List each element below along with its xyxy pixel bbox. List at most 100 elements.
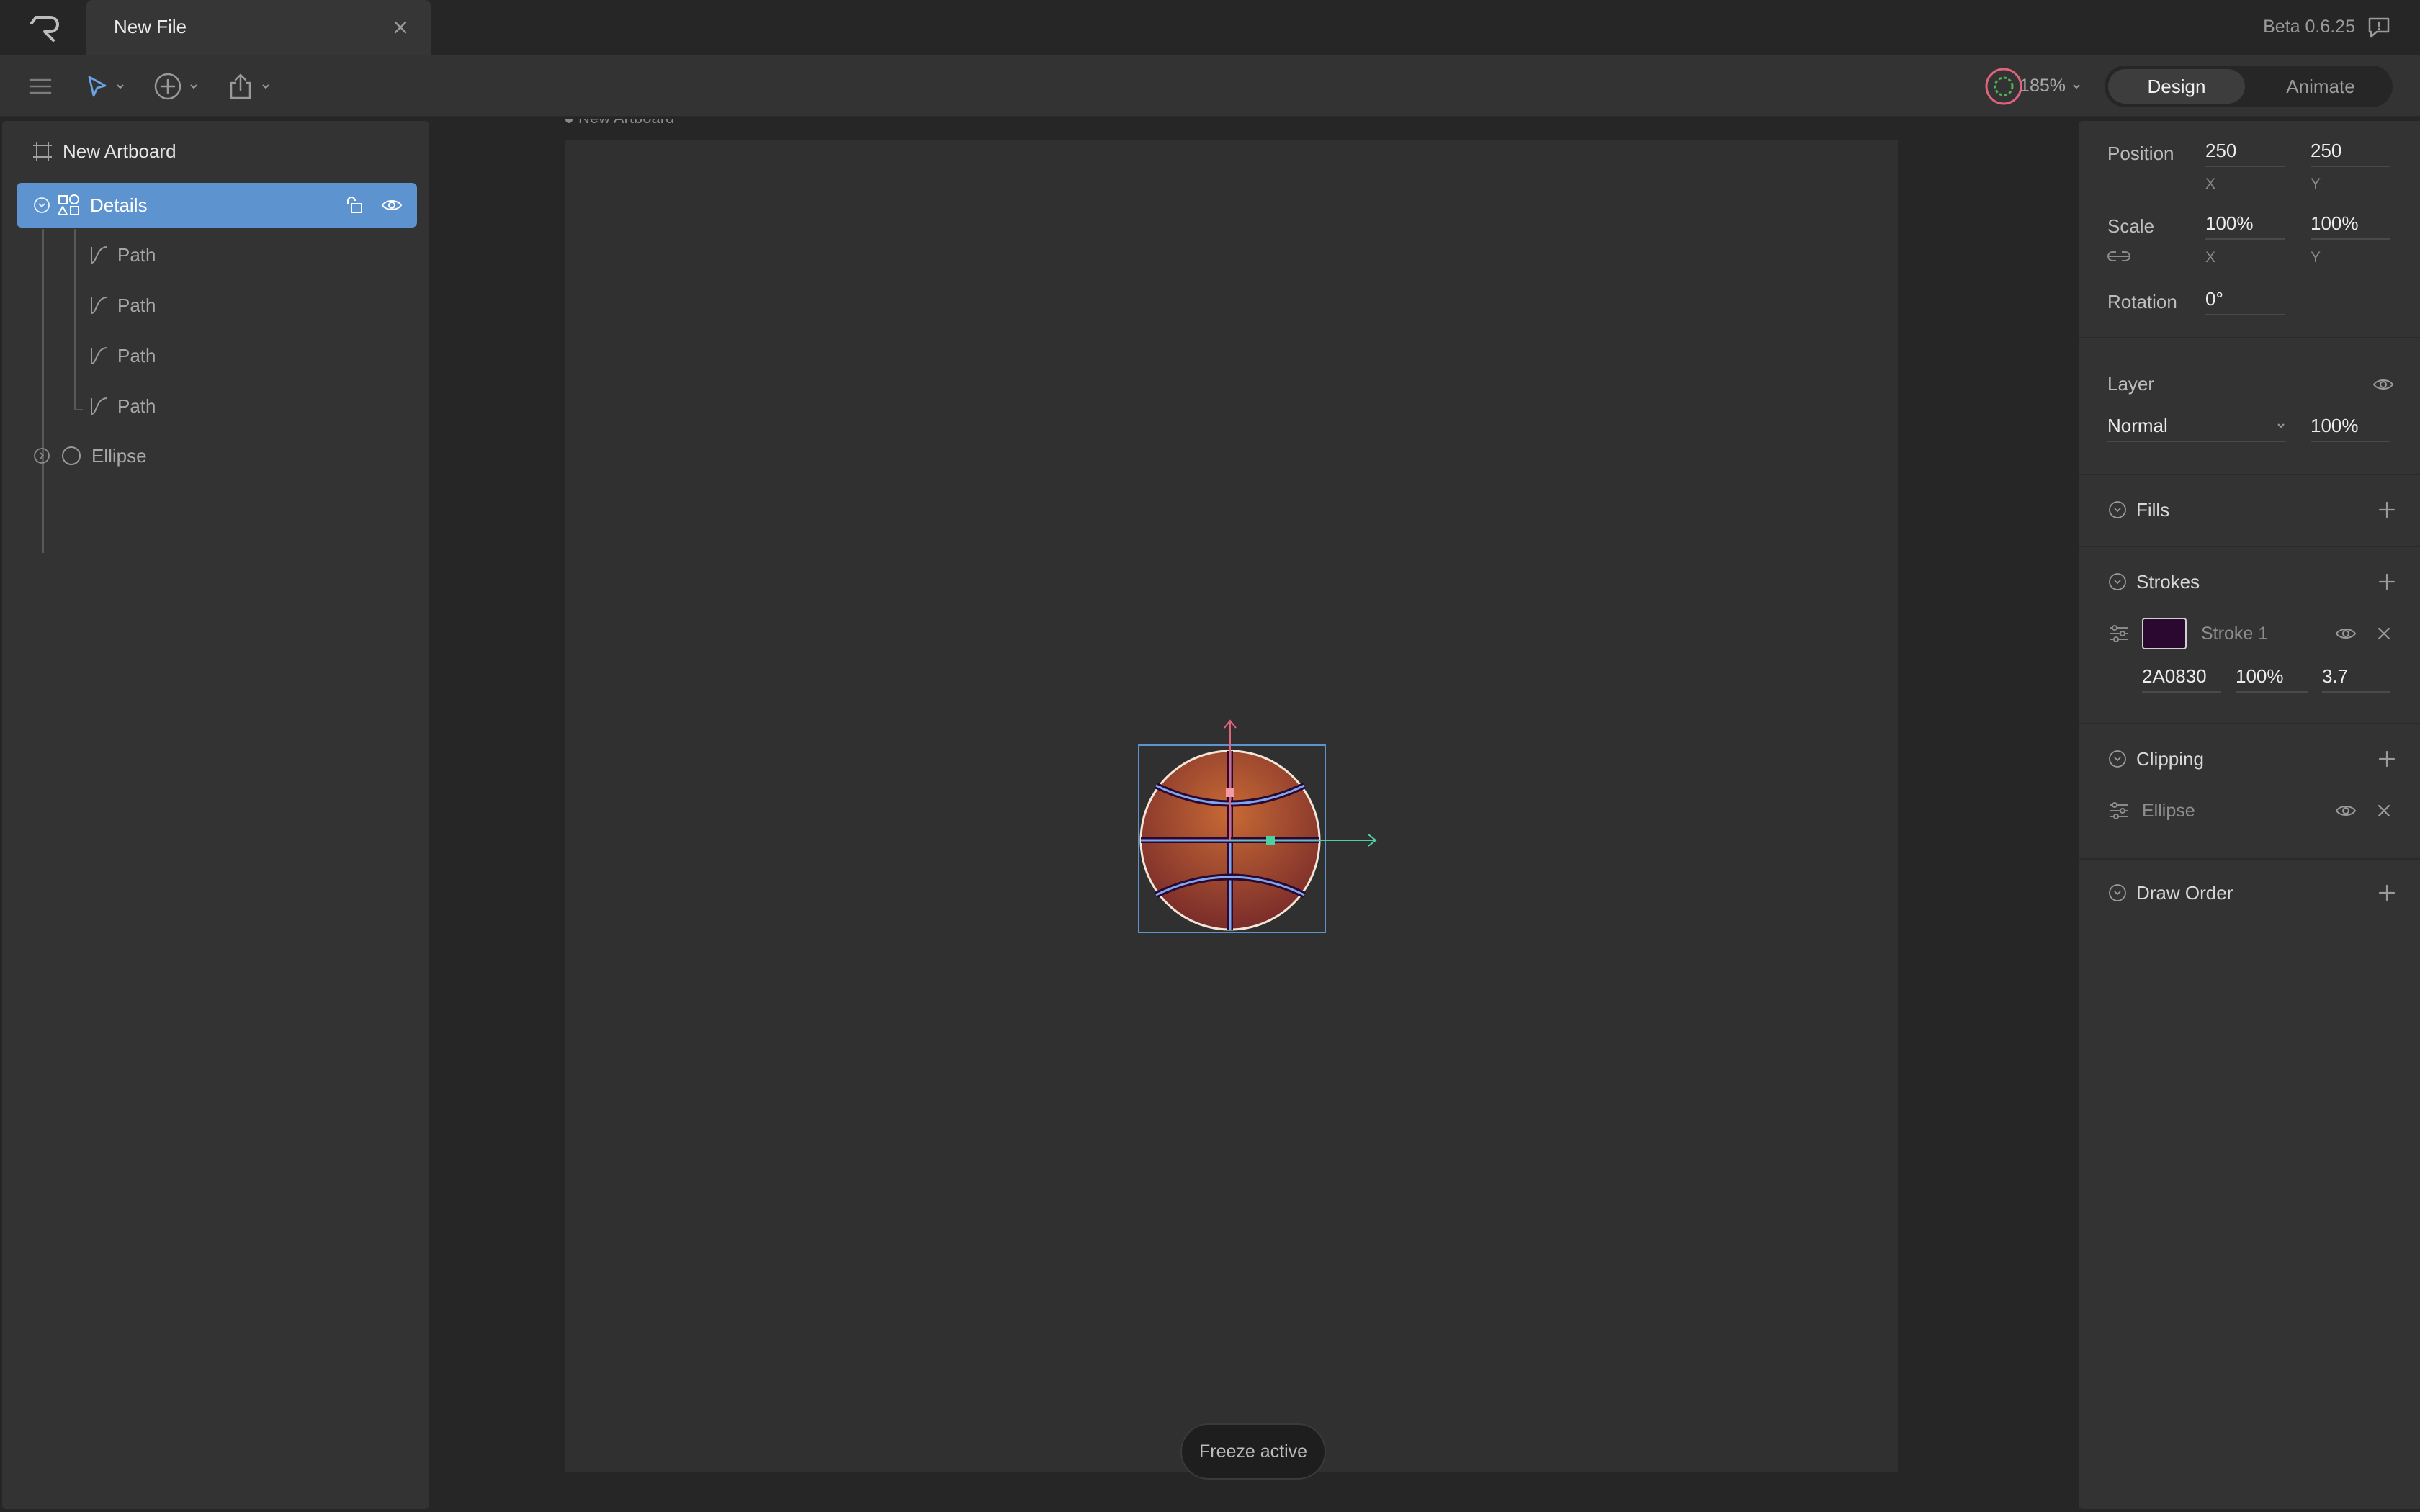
draw-order-section-header[interactable]: Draw Order [2107,878,2233,907]
eye-icon[interactable] [2335,623,2357,644]
position-y-axis-label: Y [2311,176,2321,192]
blend-mode-select[interactable]: Normal [2107,410,2286,442]
rotation-label: Rotation [2107,291,2177,312]
position-x-field[interactable]: 250 [2205,135,2285,167]
tree-guide-line [42,229,44,553]
tree-guide-line [74,229,76,409]
hierarchy-item-details[interactable]: Details [17,183,417,228]
stroke-color-hex-field[interactable]: 2A0830 [2142,661,2221,693]
file-tab-label: New File [114,16,187,37]
divider [2079,546,2420,547]
artboard-name: New Artboard [63,140,176,162]
ellipse-icon [62,446,81,465]
fills-section-header[interactable]: Fills [2107,495,2169,524]
draw-order-label: Draw Order [2136,881,2233,904]
share-icon [230,73,251,99]
position-label: Position [2107,143,2174,164]
scale-y-axis-label: Y [2311,249,2321,266]
strokes-section-header[interactable]: Strokes [2107,567,2200,596]
export-button[interactable] [226,70,271,103]
sync-status-icon[interactable] [1984,66,2024,107]
chevron-down-circle-icon[interactable] [2107,749,2128,769]
hierarchy-item-path[interactable]: Path [89,240,156,269]
eye-icon[interactable] [2372,374,2394,395]
sliders-icon[interactable] [2107,799,2130,822]
stroke-color-swatch[interactable] [2142,618,2187,649]
eye-icon[interactable] [2335,800,2357,822]
add-clipping-button[interactable] [2377,749,2397,769]
eye-icon[interactable] [381,194,403,216]
artboard-icon [33,142,52,161]
sliders-icon[interactable] [2107,622,2130,645]
hierarchy-item-ellipse[interactable]: Ellipse [32,433,147,478]
stroke-opacity-field[interactable]: 100% [2236,661,2308,693]
chevron-down-circle-icon[interactable] [2107,500,2128,520]
chevron-right-circle-icon[interactable] [32,446,51,465]
hierarchy-item-path[interactable]: Path [89,341,156,370]
divider [2079,723,2420,724]
path-icon [91,347,108,364]
hierarchy-item-path[interactable]: Path [89,392,156,420]
hierarchy-item-label: Details [90,194,148,216]
rive-logo-icon[interactable] [29,13,62,43]
clipping-section-header[interactable]: Clipping [2107,744,2204,773]
add-draw-order-button[interactable] [2377,883,2397,903]
divider [2079,337,2420,338]
basketball-graphic[interactable] [1138,652,1426,940]
scale-y-field[interactable]: 100% [2311,208,2390,240]
feedback-icon[interactable] [2367,16,2391,39]
toolbar: 185% Design Animate [0,55,2420,117]
hierarchy-item-path[interactable]: Path [89,291,156,320]
layer-label: Layer [2107,373,2155,395]
strokes-label: Strokes [2136,570,2200,593]
menu-button[interactable] [26,70,55,103]
tree-guide-line [74,409,83,410]
path-icon [91,297,108,314]
scale-x-axis-label: X [2205,249,2216,266]
select-tool-button[interactable] [84,70,125,103]
chevron-down-circle-icon[interactable] [2107,883,2128,903]
zoom-dropdown[interactable]: 185% [2020,76,2081,96]
scale-label: Scale [2107,215,2155,237]
add-circle-icon [154,73,182,100]
hierarchy-panel: New Artboard Details Path Path Path Path… [2,121,429,1509]
ellipse-label: Ellipse [91,444,147,467]
close-icon[interactable] [2375,802,2393,819]
hamburger-icon [29,78,52,94]
path-icon [91,397,108,415]
artboard-title[interactable]: New Artboard [565,119,674,127]
link-scale-icon[interactable] [2107,248,2130,265]
layer-opacity-field[interactable]: 100% [2311,410,2390,442]
divider [2079,858,2420,860]
fills-label: Fills [2136,498,2170,521]
tab-design[interactable]: Design [2108,69,2245,104]
stroke-name: Stroke 1 [2201,624,2269,644]
create-tool-button[interactable] [153,70,199,103]
mode-switch: Design Animate [2105,66,2393,107]
unlock-icon[interactable] [345,195,365,215]
hierarchy-artboard[interactable]: New Artboard [31,137,176,166]
close-icon[interactable] [392,19,409,36]
position-y-field[interactable]: 250 [2311,135,2390,167]
rotation-field[interactable]: 0° [2205,284,2285,315]
chevron-down-circle-icon[interactable] [2107,572,2128,592]
tab-animate[interactable]: Animate [2252,69,2389,104]
add-stroke-button[interactable] [2377,572,2397,592]
chevron-down-icon [262,84,269,89]
chevron-down-icon [190,84,197,89]
path-label: Path [117,294,156,316]
freeze-status-pill: Freeze active [1180,1423,1326,1480]
close-icon[interactable] [2375,625,2393,642]
path-icon [91,246,108,264]
group-shapes-icon [58,194,79,215]
title-bar: New File Beta 0.6.25 [0,0,2420,55]
path-label: Path [117,243,156,266]
blend-mode-value: Normal [2107,414,2168,436]
chevron-down-circle-icon[interactable] [32,196,51,215]
stage-canvas[interactable]: New Artboard [432,119,2074,1512]
file-tab[interactable]: New File [86,0,431,55]
add-fill-button[interactable] [2377,500,2397,520]
scale-x-field[interactable]: 100% [2205,208,2285,240]
stroke-width-field[interactable]: 3.7 [2322,661,2390,693]
position-x-axis-label: X [2205,176,2216,192]
